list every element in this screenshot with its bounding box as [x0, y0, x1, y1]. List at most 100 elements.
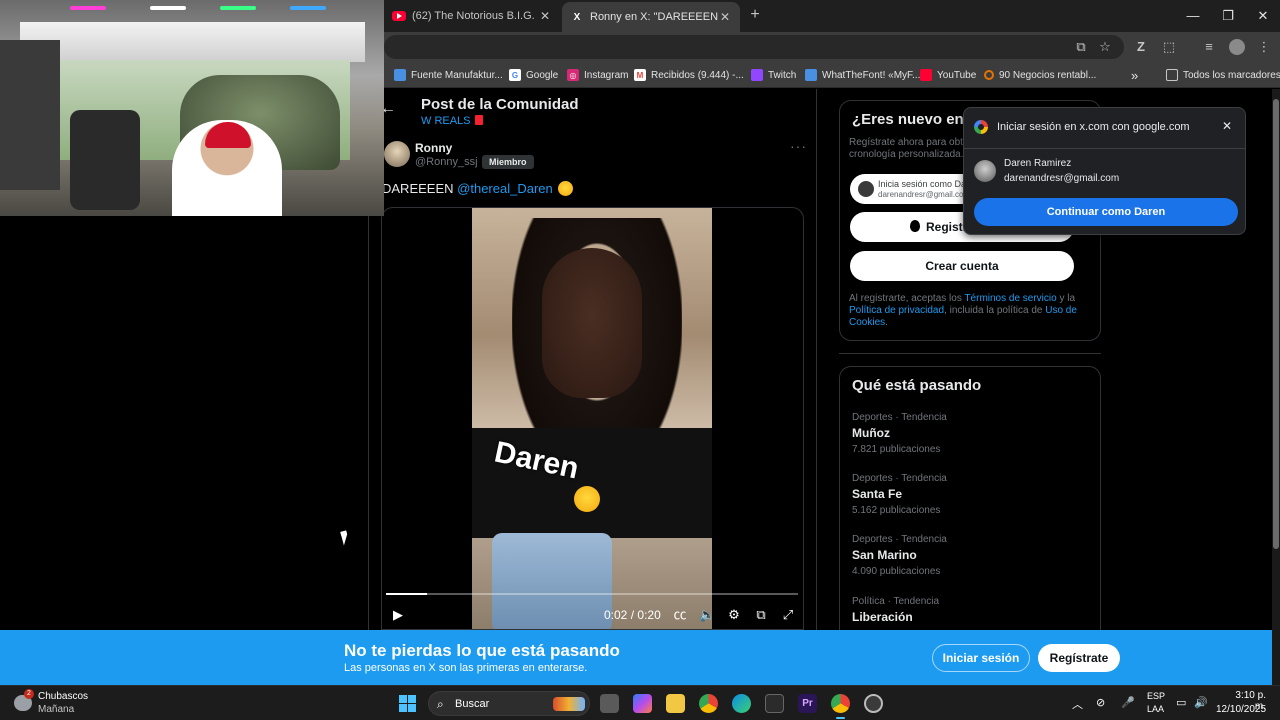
- circle-icon: [984, 70, 994, 80]
- trend-count: 7.821 publicaciones: [852, 444, 941, 455]
- create-account-button[interactable]: Crear cuenta: [850, 251, 1074, 281]
- install-app-icon[interactable]: ⧉: [1073, 39, 1089, 55]
- weather-title[interactable]: Chubascos: [38, 691, 88, 702]
- task-view-icon[interactable]: [600, 694, 619, 713]
- tab-close-icon[interactable]: ✕: [718, 10, 732, 24]
- divider: [964, 148, 1245, 149]
- chrome-active-icon[interactable]: [831, 694, 850, 719]
- signup-button[interactable]: Regístrate: [1038, 644, 1120, 672]
- video-progress-bar[interactable]: [386, 593, 798, 595]
- time-separator: /: [630, 608, 635, 622]
- trend-item[interactable]: Política · Tendencia Liberación: [852, 596, 1092, 624]
- column-divider: [368, 216, 369, 630]
- input-language[interactable]: ESP: [1147, 691, 1165, 701]
- trend-count: 4.090 publicaciones: [852, 566, 941, 577]
- login-button[interactable]: Iniciar sesión: [932, 644, 1030, 672]
- scroll-thumb[interactable]: [1273, 99, 1279, 549]
- bookmark-item[interactable]: Twitch: [751, 68, 796, 82]
- privacy-link[interactable]: Política de privacidad: [849, 305, 944, 316]
- member-badge: Miembro: [482, 155, 534, 169]
- taskbar-search[interactable]: ⌕ Buscar: [428, 691, 590, 716]
- community-link[interactable]: W REALS: [421, 115, 483, 127]
- more-options-icon[interactable]: ···: [790, 138, 807, 154]
- file-explorer-icon[interactable]: [666, 694, 685, 713]
- x-logo-icon: X: [573, 11, 581, 23]
- settings-gear-icon[interactable]: ⚙: [726, 607, 742, 623]
- video-scene-face: [542, 248, 642, 398]
- extensions-puzzle-icon[interactable]: ⬚: [1161, 39, 1177, 55]
- maximize-button[interactable]: ❐: [1213, 6, 1243, 26]
- captions-icon[interactable]: ㏄: [672, 607, 688, 623]
- weather-alert-badge: 2: [24, 689, 34, 699]
- author-avatar[interactable]: [384, 141, 410, 167]
- webcam-scene-door: [20, 22, 365, 62]
- continue-as-button[interactable]: Continuar como Daren: [974, 198, 1238, 226]
- copilot-icon[interactable]: [633, 694, 652, 713]
- input-layout[interactable]: LAA: [1147, 704, 1164, 714]
- trend-category: Política · Tendencia: [852, 596, 940, 607]
- trend-item[interactable]: Deportes · Tendencia Santa Fe 5.162 publ…: [852, 473, 1092, 516]
- fullscreen-icon[interactable]: ⤢: [780, 607, 796, 623]
- microphone-icon[interactable]: 🎤: [1121, 696, 1135, 709]
- bookmark-item[interactable]: G Google: [509, 68, 558, 82]
- new-tab-button[interactable]: +: [746, 6, 764, 24]
- play-icon[interactable]: ▶: [390, 607, 406, 623]
- profile-avatar-icon[interactable]: [1229, 39, 1245, 55]
- clock-date[interactable]: 12/10/2025: [1216, 704, 1266, 715]
- tab-close-icon[interactable]: ✕: [538, 9, 552, 23]
- page-title: Post de la Comunidad: [421, 96, 579, 113]
- bookmark-label: Twitch: [768, 69, 797, 81]
- address-bar[interactable]: [384, 35, 1124, 59]
- tab-youtube[interactable]: (62) The Notorious B.I.G. - Juicy ✕: [384, 4, 560, 28]
- account-name: Daren Ramirez: [1004, 158, 1072, 169]
- trend-category: Deportes · Tendencia: [852, 534, 947, 545]
- windows-start-icon[interactable]: [399, 695, 416, 712]
- bookmark-item[interactable]: WhatTheFont! «MyF...: [805, 68, 920, 82]
- bookmark-item[interactable]: YouTube: [920, 68, 976, 82]
- font-site-icon: [805, 69, 817, 81]
- bookmark-item[interactable]: Fuente Manufaktur...: [394, 68, 503, 82]
- bookmarks-overflow-button[interactable]: »: [1131, 68, 1138, 83]
- google-logo-icon: [974, 120, 988, 134]
- author-handle[interactable]: @Ronny_ssj ·: [415, 156, 484, 168]
- display-icon[interactable]: ▭: [1176, 696, 1186, 709]
- network-off-icon[interactable]: ⊘: [1096, 696, 1105, 709]
- trend-item[interactable]: Deportes · Tendencia San Marino 4.090 pu…: [852, 534, 1092, 577]
- popup-close-icon[interactable]: ✕: [1222, 119, 1232, 133]
- speaker-icon[interactable]: 🔊: [1194, 696, 1208, 709]
- divider: [839, 353, 1101, 354]
- tray-overflow-chevron-icon[interactable]: ︿: [1072, 696, 1083, 712]
- video-scene-jeans: [492, 533, 612, 629]
- page-scrollbar[interactable]: [1272, 89, 1280, 685]
- chrome-icon[interactable]: [699, 694, 718, 713]
- video-player[interactable]: Daren ▶ 0:02 / 0:20 ㏄ 🔈 ⚙ ⧉ ⤢: [381, 207, 804, 630]
- bookmark-item[interactable]: ◎ Instagram: [567, 68, 628, 82]
- edge-icon[interactable]: [732, 694, 751, 713]
- laughing-emoji-icon: [558, 181, 574, 196]
- close-window-button[interactable]: ✕: [1248, 6, 1278, 26]
- weather-subtitle[interactable]: Mañana: [38, 704, 74, 715]
- trend-item[interactable]: Deportes · Tendencia Muñoz 7.821 publica…: [852, 412, 1092, 455]
- bookmark-label: 90 Negocios rentabl...: [999, 69, 1097, 81]
- media-controls-icon[interactable]: ≡: [1201, 39, 1217, 55]
- bookmark-star-icon[interactable]: ☆: [1097, 39, 1113, 55]
- author-name[interactable]: Ronny: [415, 141, 452, 155]
- davinci-resolve-icon[interactable]: [765, 694, 784, 713]
- webcam-scene-neon: [220, 6, 256, 10]
- picture-in-picture-icon[interactable]: ⧉: [753, 607, 769, 623]
- terms-link[interactable]: Términos de servicio: [964, 293, 1056, 304]
- extension-z-icon[interactable]: Z: [1133, 39, 1149, 55]
- obs-icon[interactable]: [864, 694, 883, 713]
- flag-icon: [474, 115, 483, 125]
- volume-icon[interactable]: 🔈: [699, 607, 715, 623]
- webcam-overlay: [0, 0, 384, 216]
- minimize-button[interactable]: —: [1178, 6, 1208, 26]
- crazy-face-emoji-icon: [574, 486, 600, 512]
- bookmark-item[interactable]: 90 Negocios rentabl...: [984, 68, 1096, 82]
- mention-link[interactable]: @thereal_Daren: [457, 181, 553, 196]
- menu-kebab-icon[interactable]: ⋮: [1256, 39, 1272, 55]
- all-bookmarks-button[interactable]: Todos los marcadores: [1166, 68, 1280, 82]
- tab-x-post[interactable]: X Ronny en X: "DAREEEEN @thereal ✕: [562, 2, 740, 32]
- premiere-pro-icon[interactable]: Pr: [798, 694, 817, 713]
- bookmark-item[interactable]: M Recibidos (9.444) -...: [634, 68, 744, 82]
